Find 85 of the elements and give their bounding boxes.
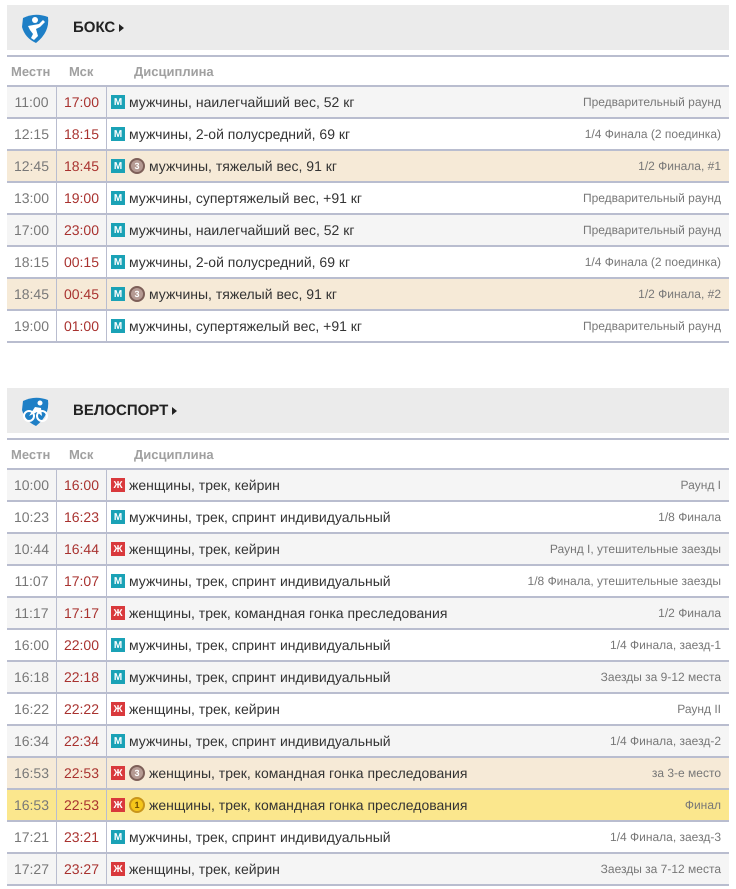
column-header: Местн <box>10 446 52 462</box>
column-header: Мск <box>68 64 94 78</box>
discipline-name: женщины, трек, командная гонка преследования <box>149 765 468 781</box>
gender-badge: М <box>111 127 125 141</box>
discipline-name: мужчины, трек, спринт индивидуальный <box>129 669 391 685</box>
column-header: Мск <box>68 446 94 462</box>
stage-label: 1/8 Финала <box>658 509 722 526</box>
stage-label: Предварительный раунд <box>582 190 722 207</box>
stage-label: 1/2 Финала, #1 <box>638 158 722 175</box>
discipline-name: мужчины, супертяжелый вес, +91 кг <box>129 190 362 206</box>
sport-title[interactable]: БОКС <box>73 19 116 36</box>
gender-badge: Ж <box>111 702 125 716</box>
discipline-name: мужчины, трек, спринт индивидуальный <box>129 573 391 589</box>
gender-badge: М <box>111 734 125 748</box>
discipline-name: мужчины, трек, спринт индивидуальный <box>129 733 391 749</box>
stage-label: 1/4 Финала (2 поединка) <box>584 254 722 271</box>
sport-title[interactable]: ВЕЛОСПОРТ <box>73 402 168 419</box>
discipline-name: мужчины, наилегчайший вес, 52 кг <box>129 94 354 110</box>
gender-badge: М <box>111 510 125 524</box>
stage-label: Заезды за 9-12 места <box>600 669 722 686</box>
stage-label: 1/4 Финала, заезд-3 <box>610 829 722 846</box>
gender-badge: Ж <box>111 798 125 812</box>
discipline-name: мужчины, 2-ой полусредний, 69 кг <box>129 126 350 142</box>
stage-label: 1/4 Финала (2 поединка) <box>584 126 722 143</box>
stage-label: Раунд II <box>677 701 722 718</box>
stage-label: Предварительный раунд <box>582 318 722 335</box>
stage-label: 1/8 Финала, утешительные заезды <box>528 573 722 590</box>
stage-label: 1/4 Финала, заезд-1 <box>610 637 722 654</box>
sport-header[interactable]: ВЕЛОСПОРТ <box>7 388 729 433</box>
stage-label: Раунд I, утешительные заезды <box>550 541 722 558</box>
discipline-name: женщины, трек, командная гонка преследования <box>149 797 468 813</box>
stage-label: Финал <box>684 797 722 814</box>
local-time: 19:00 <box>7 311 57 341</box>
caret-icon <box>119 24 124 32</box>
gender-badge: М <box>111 159 125 173</box>
discipline-name: мужчины, тяжелый вес, 91 кг <box>149 286 337 302</box>
local-time: 17:27 <box>7 854 57 884</box>
caret-icon <box>172 406 178 414</box>
gender-badge: М <box>111 287 125 301</box>
discipline-name: женщины, трек, кейрин <box>129 861 280 877</box>
sport-header[interactable]: БОКС <box>7 5 729 50</box>
stage-label: 1/2 Финала <box>658 605 722 622</box>
column-header: Дисциплина <box>133 64 215 78</box>
gender-badge: М <box>111 319 125 333</box>
stage-label: Раунд I <box>680 477 722 494</box>
discipline-name: мужчины, трек, спринт индивидуальный <box>129 509 391 525</box>
gender-badge: Ж <box>111 862 125 876</box>
gender-badge: Ж <box>111 542 125 556</box>
discipline-name: мужчины, трек, спринт индивидуальный <box>129 637 391 653</box>
cyclist-icon <box>19 394 51 426</box>
moscow-time: 23:27 <box>57 854 107 884</box>
gender-badge: М <box>111 574 125 588</box>
gender-badge: М <box>111 255 125 269</box>
column-header: Дисциплина <box>133 446 215 462</box>
gender-badge: М <box>111 191 125 205</box>
gender-badge: Ж <box>111 766 125 780</box>
discipline-name: женщины, трек, кейрин <box>129 477 280 493</box>
discipline-name: женщины, трек, кейрин <box>129 541 280 557</box>
discipline-name: мужчины, тяжелый вес, 91 кг <box>149 158 337 174</box>
gender-badge: М <box>111 830 125 844</box>
stage-label: 1/4 Финала, заезд-2 <box>610 733 722 750</box>
medal-icon: 3 <box>129 158 145 174</box>
gender-badge: Ж <box>111 606 125 620</box>
gender-badge: Ж <box>111 478 125 492</box>
gender-badge: М <box>111 223 125 237</box>
discipline-name: мужчины, 2-ой полусредний, 69 кг <box>129 254 350 270</box>
medal-icon: 3 <box>129 765 145 781</box>
stage-label: за 3-е место <box>652 765 722 782</box>
discipline-name: мужчины, супертяжелый вес, +91 кг <box>129 318 362 334</box>
discipline-name: женщины, трек, кейрин <box>129 701 280 717</box>
stage-label: Заезды за 7-12 места <box>600 861 722 878</box>
gender-badge: М <box>111 670 125 684</box>
boxer-icon <box>19 12 51 44</box>
stage-label: 1/2 Финала, #2 <box>638 286 722 303</box>
discipline-name: женщины, трек, командная гонка преследования <box>129 605 448 621</box>
gender-badge: М <box>111 95 125 109</box>
discipline-name: мужчины, трек, спринт индивидуальный <box>129 829 391 845</box>
stage-label: Предварительный раунд <box>582 94 722 111</box>
gender-badge: М <box>111 638 125 652</box>
column-header: Местн <box>10 64 52 78</box>
medal-icon: 1 <box>129 797 145 813</box>
medal-icon: 3 <box>129 286 145 302</box>
moscow-time: 01:00 <box>57 311 107 341</box>
stage-label: Предварительный раунд <box>582 222 722 239</box>
discipline-name: мужчины, наилегчайший вес, 52 кг <box>129 222 354 238</box>
